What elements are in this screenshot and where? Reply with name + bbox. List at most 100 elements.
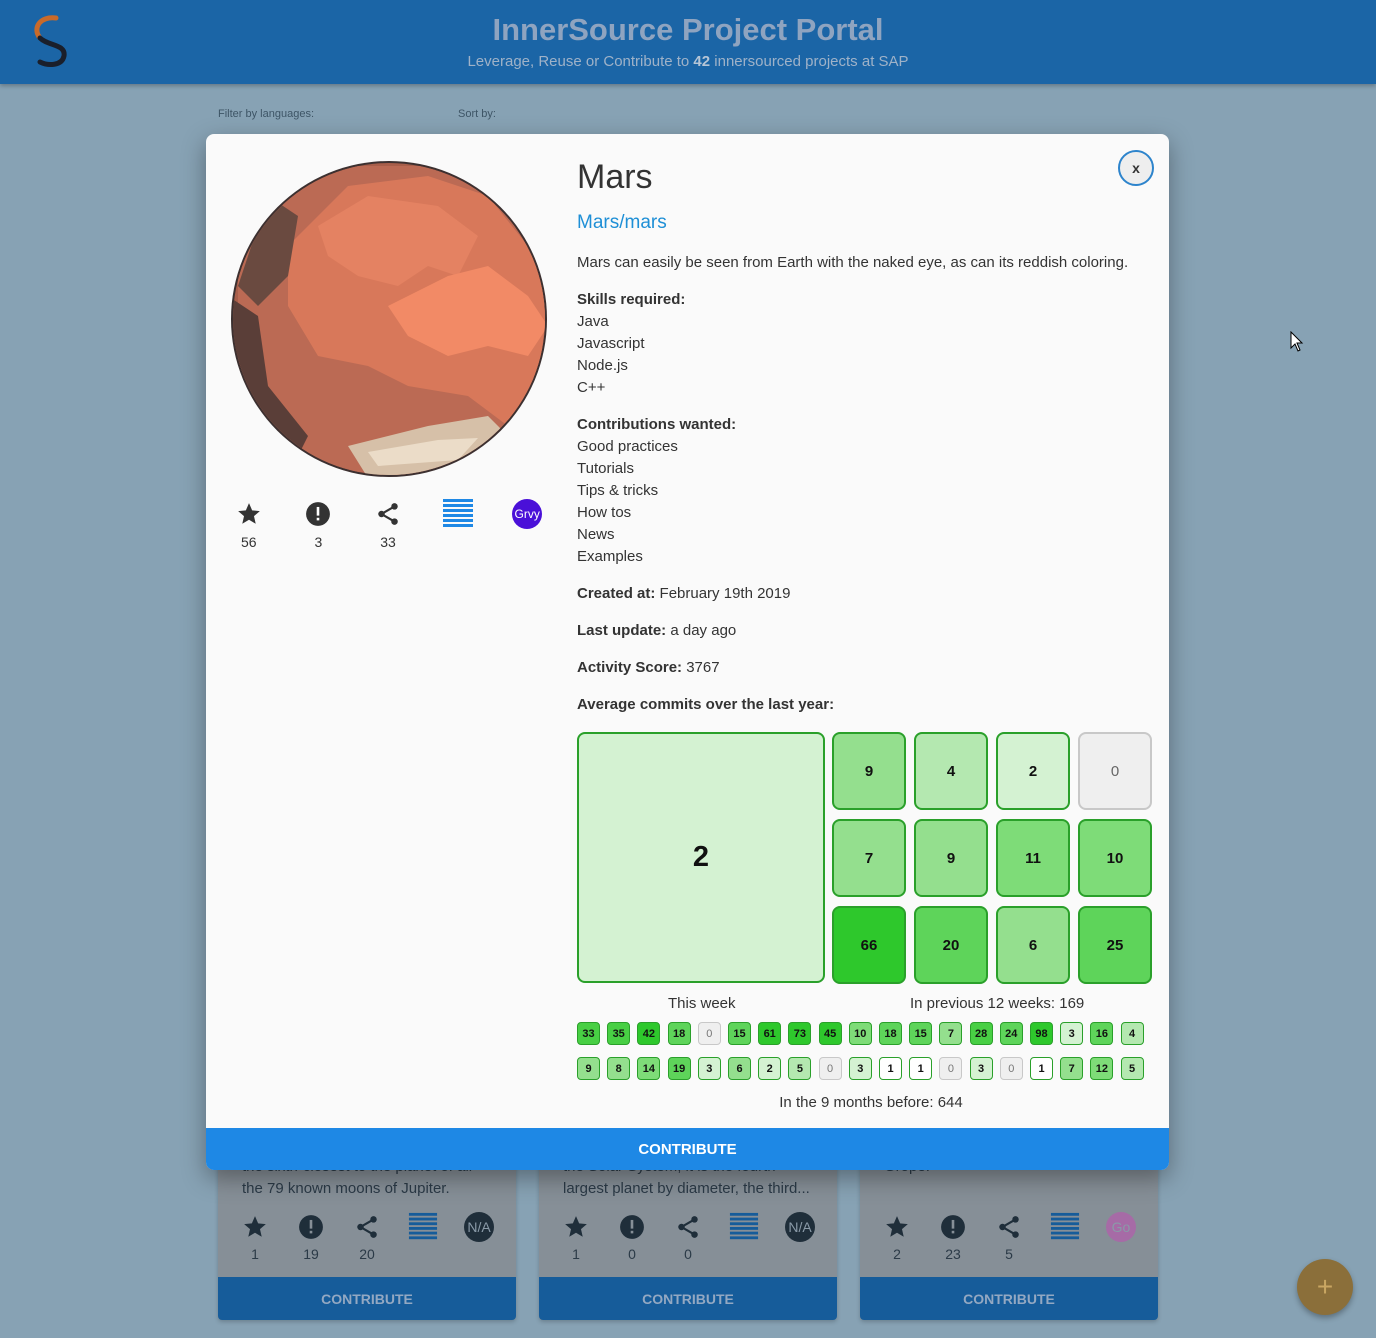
older-commit-cell: 3 — [969, 1057, 993, 1080]
chat-badge-icon[interactable]: Grvy — [512, 499, 543, 529]
older-commit-cell: 5 — [1120, 1057, 1144, 1080]
older-commit-cell: 19 — [667, 1057, 691, 1080]
subtitle-suffix: innersourced projects at SAP — [710, 53, 909, 70]
older-commit-cell: 61 — [758, 1022, 782, 1045]
created-value: February 19th 2019 — [659, 585, 791, 602]
score-value: 3767 — [686, 659, 720, 676]
card-chat[interactable]: N/A — [775, 1212, 825, 1262]
older-commit-cell: 12 — [1090, 1057, 1114, 1080]
card-docs[interactable] — [398, 1212, 448, 1262]
card-stars[interactable]: 1 — [230, 1212, 280, 1262]
share-icon — [663, 1212, 713, 1242]
stars-count: 56 — [241, 534, 257, 550]
contributions-label: Contributions wanted: — [577, 416, 737, 433]
project-stats: 56 3 33 Grvy — [214, 498, 562, 550]
week-commit-cell: 2 — [996, 732, 1070, 810]
updated-label: Last update: — [577, 622, 667, 639]
chat-badge-icon[interactable]: N/A — [785, 1212, 815, 1242]
card-stats: 1 0 0 N/A — [551, 1212, 825, 1262]
share-icon — [342, 1212, 392, 1242]
page-title: InnerSource Project Portal — [492, 12, 884, 47]
card-stars-count: 1 — [251, 1246, 259, 1262]
score-label: Activity Score: — [577, 659, 683, 676]
contributions-section: Contributions wanted: Good practices Tuto… — [577, 414, 736, 568]
contribution-item: Examples — [577, 548, 643, 565]
card-docs[interactable] — [719, 1212, 769, 1262]
issue-icon — [284, 498, 354, 530]
card-issues[interactable]: 23 — [928, 1212, 978, 1262]
star-icon — [872, 1212, 922, 1242]
documentation-icon — [398, 1212, 448, 1242]
close-button[interactable]: x — [1118, 150, 1154, 186]
older-commit-cell: 4 — [1120, 1022, 1144, 1045]
older-commit-cell: 35 — [607, 1022, 631, 1045]
previous-weeks-caption: In previous 12 weeks: 169 — [910, 995, 1085, 1012]
older-commit-cell: 3 — [697, 1057, 721, 1080]
card-contribute-button[interactable]: CONTRIBUTE — [860, 1277, 1158, 1320]
older-commit-cell: 45 — [818, 1022, 842, 1045]
card-stars-count: 1 — [572, 1246, 580, 1262]
week-commit-cell: 10 — [1078, 819, 1152, 897]
commits-heading: Average commits over the last year: — [577, 694, 834, 716]
docs-stat[interactable] — [423, 498, 493, 550]
project-card[interactable]: the sixth-closest to the planet of all t… — [218, 1150, 516, 1320]
card-stars[interactable]: 1 — [551, 1212, 601, 1262]
card-contribute-button[interactable]: CONTRIBUTE — [218, 1277, 516, 1320]
share-icon — [984, 1212, 1034, 1242]
card-forks[interactable]: 20 — [342, 1212, 392, 1262]
older-commit-cell: 7 — [1060, 1057, 1084, 1080]
project-repo-link[interactable]: Mars/mars — [577, 212, 667, 234]
week-commit-cell: 6 — [996, 906, 1070, 984]
card-contribute-button[interactable]: CONTRIBUTE — [539, 1277, 837, 1320]
week-commit-cell: 4 — [914, 732, 988, 810]
older-commit-cell: 28 — [969, 1022, 993, 1045]
card-forks[interactable]: 5 — [984, 1212, 1034, 1262]
week-commit-cell: 7 — [832, 819, 906, 897]
card-issues[interactable]: 19 — [286, 1212, 336, 1262]
older-commit-cell: 0 — [939, 1057, 963, 1080]
add-project-button[interactable]: + — [1297, 1259, 1353, 1315]
older-commit-cell: 18 — [667, 1022, 691, 1045]
card-forks-count: 5 — [1005, 1246, 1013, 1262]
contribution-item: How tos — [577, 504, 632, 521]
older-commit-cell: 98 — [1030, 1022, 1053, 1045]
issue-icon — [286, 1212, 336, 1242]
older-commit-cell: 0 — [999, 1057, 1023, 1080]
older-commit-cell: 0 — [818, 1057, 842, 1080]
card-forks[interactable]: 0 — [663, 1212, 713, 1262]
contribution-item: News — [577, 526, 615, 543]
older-commit-cell: 15 — [728, 1022, 751, 1045]
card-forks-count: 0 — [684, 1246, 692, 1262]
week-commit-cell: 66 — [832, 906, 906, 984]
week-commit-cell: 25 — [1078, 906, 1152, 984]
older-commit-cell: 10 — [848, 1022, 872, 1045]
card-stars[interactable]: 2 — [872, 1212, 922, 1262]
created-label: Created at: — [577, 585, 656, 602]
card-desc-line: largest planet by diameter, the third... — [563, 1180, 810, 1197]
older-commit-cell: 8 — [607, 1057, 631, 1080]
card-docs[interactable] — [1040, 1212, 1090, 1262]
chat-badge-icon[interactable]: Go — [1106, 1212, 1136, 1242]
contribute-button[interactable]: CONTRIBUTE — [206, 1128, 1169, 1170]
project-card[interactable]: the Solar System, it is the fourth- larg… — [539, 1150, 837, 1320]
card-issues[interactable]: 0 — [607, 1212, 657, 1262]
week-commit-cell: 9 — [914, 819, 988, 897]
forks-count: 33 — [380, 534, 396, 550]
card-chat[interactable]: Go — [1096, 1212, 1146, 1262]
this-week-caption: This week — [668, 995, 736, 1012]
chat-stat[interactable]: Grvy — [492, 498, 562, 550]
stars-stat[interactable]: 56 — [214, 498, 284, 550]
card-desc-line: the 79 known moons of Jupiter. — [242, 1180, 450, 1197]
chat-badge-icon[interactable]: N/A — [464, 1212, 494, 1242]
project-card[interactable]: Grope. 2 23 5 Go CONTRIBUTE — [860, 1150, 1158, 1320]
issues-stat[interactable]: 3 — [284, 498, 354, 550]
card-issues-count: 23 — [945, 1246, 961, 1262]
older-commit-cell: 1 — [879, 1057, 902, 1080]
commits-label: Average commits over the last year: — [577, 696, 835, 713]
star-icon — [214, 498, 284, 530]
forks-stat[interactable]: 33 — [353, 498, 423, 550]
card-chat[interactable]: N/A — [454, 1212, 504, 1262]
week-commit-cell: 20 — [914, 906, 988, 984]
star-icon — [551, 1212, 601, 1242]
older-commit-cell: 18 — [879, 1022, 902, 1045]
